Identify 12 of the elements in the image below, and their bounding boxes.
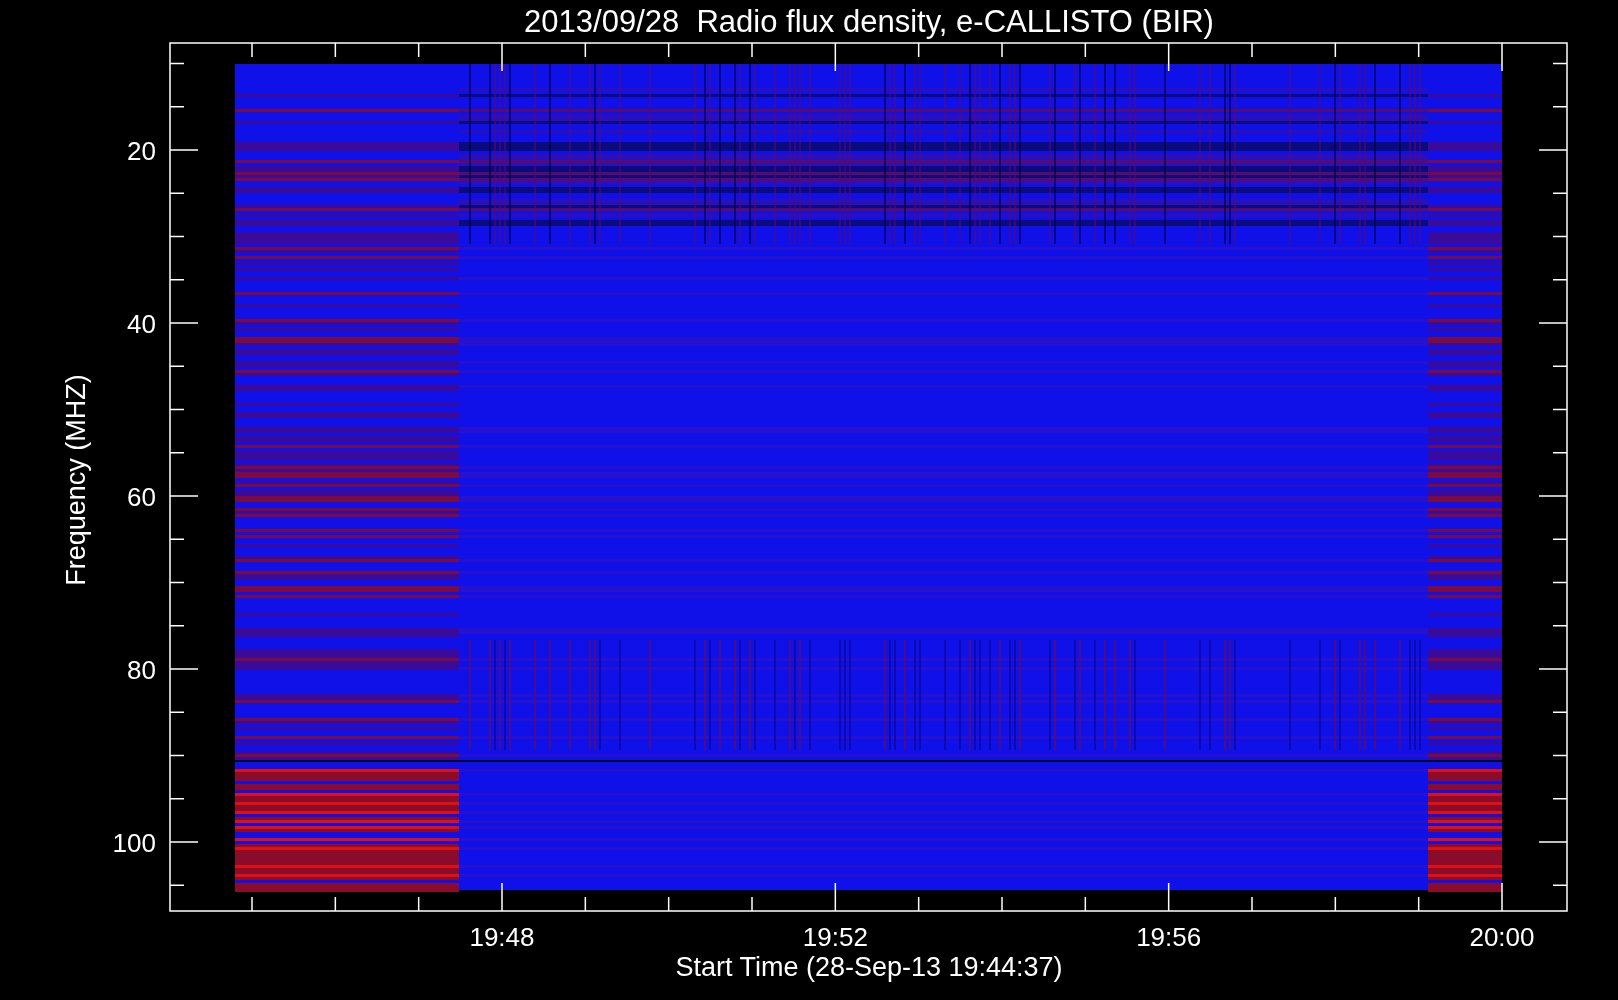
- axis-title: Frequency (MHZ): [61, 374, 91, 586]
- chart-title: 2013/09/28 Radio flux density, e-CALLISTO (BIR): [524, 4, 1214, 39]
- axis-tick-label: 60: [127, 482, 156, 512]
- axis-title: Start Time (28-Sep-13 19:44:37): [675, 952, 1063, 982]
- axis-tick-label: 19:48: [469, 922, 535, 952]
- axis-tick-label: 19:56: [1136, 922, 1202, 952]
- axis-tick-label: 20:00: [1469, 922, 1535, 952]
- axis-tick-label: 80: [127, 655, 156, 685]
- axis-tick-label: 19:52: [802, 922, 868, 952]
- axis-tick-label: 20: [127, 136, 156, 166]
- axis-tick-label: 100: [112, 828, 156, 858]
- axis-tick-label: 40: [127, 309, 156, 339]
